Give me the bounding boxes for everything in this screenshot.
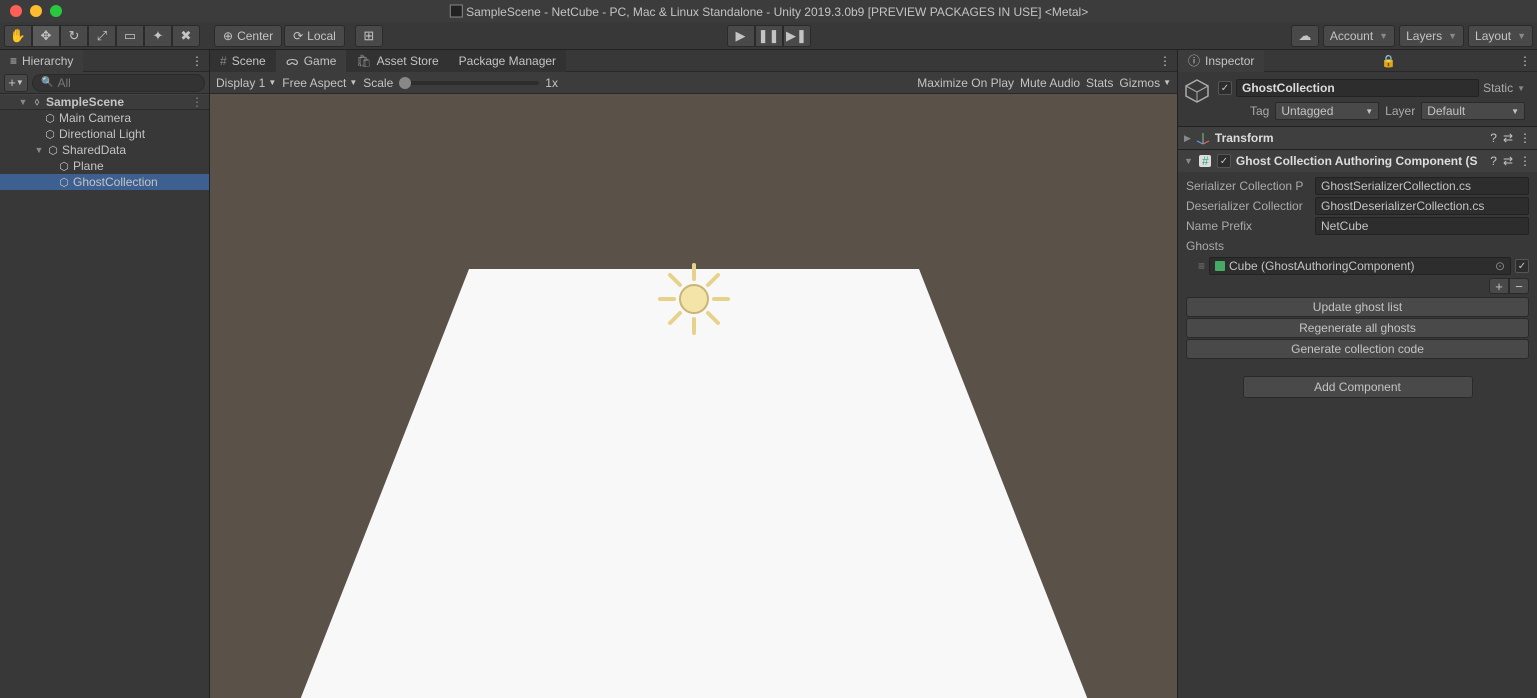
inspector-menu-icon[interactable]: ⋮ <box>1513 54 1537 68</box>
inspector-lock-icon[interactable]: 🔒 <box>1375 54 1402 68</box>
generate-collection-code-button[interactable]: Generate collection code <box>1186 339 1529 359</box>
layers-dropdown[interactable]: Layers▼ <box>1399 25 1464 47</box>
custom-tool[interactable]: ✖ <box>172 25 200 47</box>
main-toolbar: ✋ ✥ ↻ ⤢ ▭ ✦ ✖ ⊕ Center ⟳ Local ⊞ ▶ ❚❚ ▶❚… <box>0 22 1537 50</box>
game-viewport[interactable] <box>210 94 1177 698</box>
serializer-field[interactable]: GhostSerializerCollection.cs <box>1315 177 1529 195</box>
aspect-dropdown[interactable]: Free Aspect▼ <box>282 76 357 90</box>
step-button[interactable]: ▶❚ <box>783 25 811 47</box>
layout-dropdown[interactable]: Layout▼ <box>1468 25 1533 47</box>
hierarchy-item-shareddata[interactable]: ▼⬡SharedData <box>0 142 209 158</box>
rotate-tool[interactable]: ↻ <box>60 25 88 47</box>
gameobject-icon[interactable] <box>1182 76 1212 106</box>
ghost-item-checkbox[interactable]: ✓ <box>1515 259 1529 273</box>
ghosts-label: Ghosts <box>1186 239 1311 253</box>
svg-text:#: # <box>1202 154 1209 168</box>
regenerate-ghosts-button[interactable]: Regenerate all ghosts <box>1186 318 1529 338</box>
transform-header[interactable]: ▶ Transform ?⇄⋮ <box>1178 127 1537 149</box>
help-icon[interactable]: ? <box>1490 131 1497 145</box>
object-picker-icon[interactable]: ⊙ <box>1495 259 1505 273</box>
mute-audio[interactable]: Mute Audio <box>1020 76 1080 90</box>
layer-dropdown[interactable]: Default▼ <box>1421 102 1525 120</box>
prefix-label: Name Prefix <box>1186 219 1311 233</box>
minimize-window-button[interactable] <box>30 5 42 17</box>
layer-label: Layer <box>1385 104 1415 118</box>
script-icon: # <box>1198 154 1212 168</box>
help-icon[interactable]: ? <box>1490 154 1497 168</box>
list-handle-icon[interactable]: ≡ <box>1198 259 1205 273</box>
hierarchy-menu-icon[interactable]: ⋮ <box>185 54 209 68</box>
ghost-item-field[interactable]: Cube (GhostAuthoringComponent) ⊙ <box>1209 257 1511 275</box>
preset-icon[interactable]: ⇄ <box>1503 154 1513 168</box>
component-menu-icon[interactable]: ⋮ <box>1519 154 1531 168</box>
scale-value: 1x <box>545 76 558 90</box>
game-tab[interactable]: ᯅ Game <box>276 50 347 72</box>
serializer-label: Serializer Collection P <box>1186 179 1311 193</box>
transform-icon <box>1196 131 1210 145</box>
deserializer-label: Deserializer Collectior <box>1186 199 1311 213</box>
hierarchy-item-ghostcollection[interactable]: ⬡GhostCollection <box>0 174 209 190</box>
account-dropdown[interactable]: Account▼ <box>1323 25 1395 47</box>
hierarchy-tree: ▼⬨SampleScene ⋮ ⬡Main Camera ⬡Directiona… <box>0 94 209 698</box>
scene-tab[interactable]: # Scene <box>210 50 276 72</box>
local-toggle[interactable]: ⟳ Local <box>284 25 345 47</box>
list-remove-button[interactable]: − <box>1509 278 1529 294</box>
hierarchy-item-main-camera[interactable]: ⬡Main Camera <box>0 110 209 126</box>
asset-store-tab[interactable]: 🛍 Asset Store <box>346 50 448 72</box>
prefab-icon <box>1215 261 1225 271</box>
hierarchy-panel: ≡ Hierarchy ⋮ + ▼ 🔍All ▼⬨SampleScene ⋮ ⬡… <box>0 50 210 698</box>
hierarchy-item-plane[interactable]: ⬡Plane <box>0 158 209 174</box>
scene-menu-icon[interactable]: ⋮ <box>1153 54 1177 68</box>
stats-toggle[interactable]: Stats <box>1086 76 1113 90</box>
static-label[interactable]: Static <box>1483 81 1513 95</box>
display-dropdown[interactable]: Display 1▼ <box>216 76 276 90</box>
add-component-button[interactable]: Add Component <box>1243 376 1473 398</box>
sun-icon <box>654 259 734 339</box>
deserializer-field[interactable]: GhostDeserializerCollection.cs <box>1315 197 1529 215</box>
preset-icon[interactable]: ⇄ <box>1503 131 1513 145</box>
maximize-on-play[interactable]: Maximize On Play <box>917 76 1014 90</box>
titlebar: SampleScene - NetCube - PC, Mac & Linux … <box>0 0 1537 22</box>
rect-tool[interactable]: ▭ <box>116 25 144 47</box>
inspector-panel: ⓘ Inspector 🔒 ⋮ ✓ GhostCollection Static… <box>1177 50 1537 698</box>
maximize-window-button[interactable] <box>50 5 62 17</box>
scale-slider[interactable] <box>399 81 539 85</box>
inspector-tab[interactable]: ⓘ Inspector <box>1178 50 1264 72</box>
prefix-field[interactable]: NetCube <box>1315 217 1529 235</box>
play-button[interactable]: ▶ <box>727 25 755 47</box>
tag-dropdown[interactable]: Untagged▼ <box>1275 102 1379 120</box>
pause-button[interactable]: ❚❚ <box>755 25 783 47</box>
scale-tool[interactable]: ⤢ <box>88 25 116 47</box>
snap-toggle[interactable]: ⊞ <box>355 25 383 47</box>
gizmos-dropdown[interactable]: Gizmos▼ <box>1119 76 1171 90</box>
component-enabled-checkbox[interactable]: ✓ <box>1217 154 1231 168</box>
component-menu-icon[interactable]: ⋮ <box>1519 131 1531 145</box>
ghost-collection-component: ▼ # ✓ Ghost Collection Authoring Compone… <box>1178 149 1537 364</box>
hierarchy-search-input[interactable]: 🔍All <box>32 74 205 92</box>
transform-component: ▶ Transform ?⇄⋮ <box>1178 126 1537 149</box>
hierarchy-add-button[interactable]: + ▼ <box>4 74 28 92</box>
update-ghost-list-button[interactable]: Update ghost list <box>1186 297 1529 317</box>
transform-tool[interactable]: ✦ <box>144 25 172 47</box>
gameobject-enabled-checkbox[interactable]: ✓ <box>1218 81 1232 95</box>
scene-row[interactable]: ▼⬨SampleScene ⋮ <box>0 94 209 110</box>
scale-label: Scale <box>363 76 393 90</box>
hierarchy-tab[interactable]: ≡ Hierarchy <box>0 50 83 72</box>
hand-tool[interactable]: ✋ <box>4 25 32 47</box>
close-window-button[interactable] <box>10 5 22 17</box>
window-title: SampleScene - NetCube - PC, Mac & Linux … <box>449 4 1088 19</box>
hierarchy-item-directional-light[interactable]: ⬡Directional Light <box>0 126 209 142</box>
pivot-toggle[interactable]: ⊕ Center <box>214 25 282 47</box>
cloud-button[interactable]: ☁ <box>1291 25 1319 47</box>
gameobject-name-field[interactable]: GhostCollection <box>1236 79 1479 97</box>
tag-label: Tag <box>1250 104 1269 118</box>
scene-panel: # Scene ᯅ Game 🛍 Asset Store Package Man… <box>210 50 1177 698</box>
move-tool[interactable]: ✥ <box>32 25 60 47</box>
ghost-collection-header[interactable]: ▼ # ✓ Ghost Collection Authoring Compone… <box>1178 150 1537 172</box>
list-add-button[interactable]: + <box>1489 278 1509 294</box>
package-manager-tab[interactable]: Package Manager <box>449 50 566 72</box>
